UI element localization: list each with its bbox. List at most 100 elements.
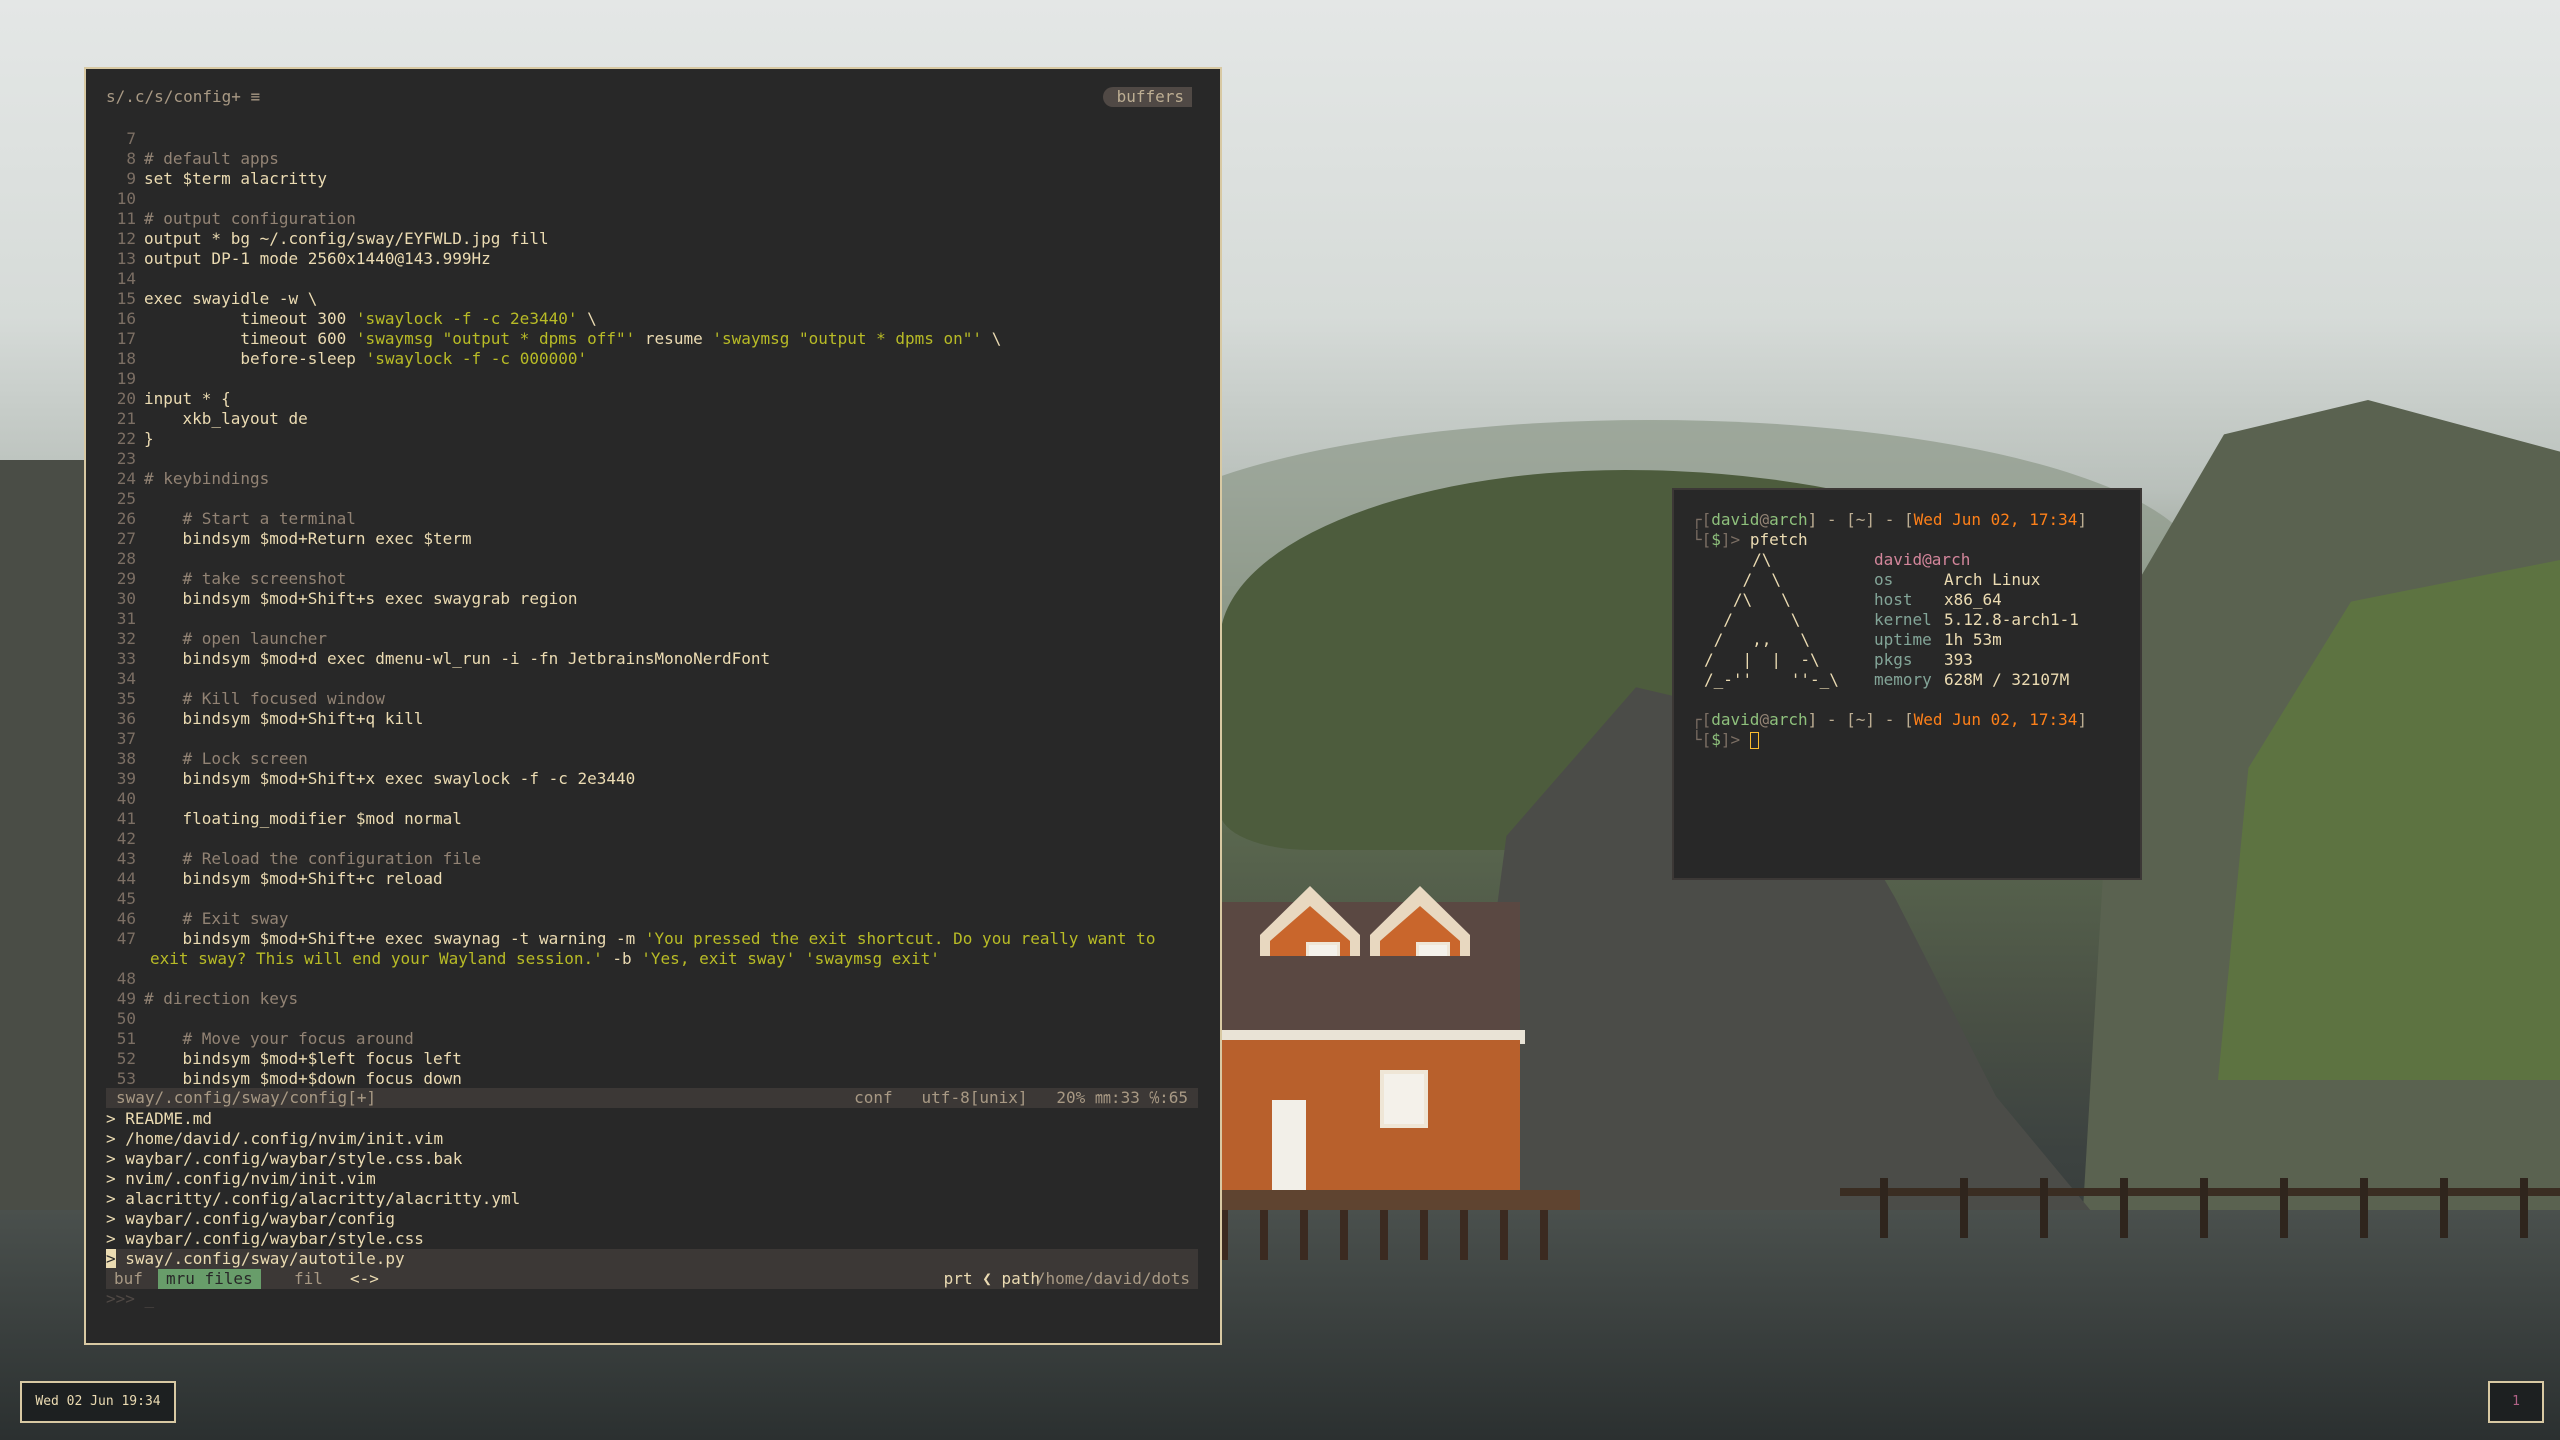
line-number: 45: [116, 889, 136, 908]
pfetch-logo-line: / | | -\: [1704, 650, 1820, 669]
code-line[interactable]: 18 before-sleep 'swaylock -f -c 000000': [106, 349, 1206, 369]
line-number: 28: [116, 549, 136, 568]
result-path: alacritty/.config/alacritty/alacritty.ym…: [125, 1189, 521, 1208]
nvim-code-area[interactable]: 7 8 # default apps 9 set $term alacritty 10 11…: [106, 129, 1206, 1109]
code-line[interactable]: 53 bindsym $mod+$down focus down: [106, 1069, 1206, 1089]
line-number: 43: [116, 849, 136, 868]
code-token: bindsym $mod+Shift+e exec swaynag -t war…: [144, 929, 645, 948]
code-line[interactable]: 40: [106, 789, 1206, 809]
code-line[interactable]: 49 # direction keys: [106, 989, 1206, 1009]
code-line[interactable]: 25: [106, 489, 1206, 509]
line-number: 38: [116, 749, 136, 768]
pfetch-logo-line: / ,, \: [1704, 630, 1810, 649]
code-line[interactable]: 27 bindsym $mod+Return exec $term: [106, 529, 1206, 549]
code-line[interactable]: 23: [106, 449, 1206, 469]
ctrlp-result-item[interactable]: > waybar/.config/waybar/config: [106, 1209, 1198, 1229]
nvim-window[interactable]: s/.c/s/config+ ≡ buffers 7 8 # default app…: [84, 67, 1222, 1345]
prompt-input-line[interactable]: └[$]>: [1692, 730, 1759, 750]
code-line[interactable]: 13 output DP-1 mode 2560x1440@143.999Hz: [106, 249, 1206, 269]
line-number: 50: [116, 1009, 136, 1028]
code-line[interactable]: exit sway? This will end your Wayland se…: [106, 949, 1206, 969]
code-line[interactable]: 17 timeout 600 'swaymsg "output * dpms o…: [106, 329, 1206, 349]
prompt-input-line[interactable]: └[$]> pfetch: [1692, 530, 1808, 550]
code-line[interactable]: 31: [106, 609, 1206, 629]
code-line[interactable]: 38 # Lock screen: [106, 749, 1206, 769]
code-line[interactable]: 37: [106, 729, 1206, 749]
tabline-buffers-label[interactable]: buffers: [1102, 87, 1192, 107]
pfetch-logo-line: /\: [1704, 550, 1772, 569]
code-line[interactable]: 21 xkb_layout de: [106, 409, 1206, 429]
code-line[interactable]: 10: [106, 189, 1206, 209]
code-line[interactable]: 47 bindsym $mod+Shift+e exec swaynag -t …: [106, 929, 1206, 949]
result-marker: >: [106, 1149, 116, 1168]
ctrlp-result-item[interactable]: > nvim/.config/nvim/init.vim: [106, 1169, 1198, 1189]
code-line[interactable]: 29 # take screenshot: [106, 569, 1206, 589]
code-line[interactable]: 22}: [106, 429, 1206, 449]
code-token: \: [577, 309, 597, 328]
ctrlp-result-item[interactable]: > alacritty/.config/alacritty/alacritty.…: [106, 1189, 1198, 1209]
code-line[interactable]: 30 bindsym $mod+Shift+s exec swaygrab re…: [106, 589, 1206, 609]
code-text: # Exit sway: [144, 909, 289, 928]
code-line[interactable]: 39 bindsym $mod+Shift+x exec swaylock -f…: [106, 769, 1206, 789]
ctrlp-result-item[interactable]: > README.md: [106, 1109, 1198, 1129]
code-line[interactable]: 36 bindsym $mod+Shift+q kill: [106, 709, 1206, 729]
workspace-indicator[interactable]: 1: [2488, 1381, 2544, 1423]
ctrlp-result-item[interactable]: > sway/.config/sway/autotile.py: [106, 1249, 1198, 1269]
line-number: 20: [116, 389, 136, 408]
wallpaper-house: [1220, 886, 1580, 1260]
code-line[interactable]: 50: [106, 1009, 1206, 1029]
ctrlp-result-item[interactable]: > /home/david/.config/nvim/init.vim: [106, 1129, 1198, 1149]
code-line[interactable]: 16 timeout 300 'swaylock -f -c 2e3440' \: [106, 309, 1206, 329]
ctrlp-results-list[interactable]: > README.md > /home/david/.config/nvim/in…: [106, 1109, 1198, 1269]
code-line[interactable]: 32 # open launcher: [106, 629, 1206, 649]
code-token: 'swaymsg "output * dpms on"': [712, 329, 983, 348]
code-line[interactable]: 46 # Exit sway: [106, 909, 1206, 929]
terminal-window[interactable]: ┌[david@arch] - [~] - [Wed Jun 02, 17:34…: [1672, 488, 2142, 880]
code-line[interactable]: 9 set $term alacritty: [106, 169, 1206, 189]
pfetch-value: Arch Linux: [1944, 570, 2041, 589]
ctrlp-result-item[interactable]: > waybar/.config/waybar/style.css.bak: [106, 1149, 1198, 1169]
code-line[interactable]: 35 # Kill focused window: [106, 689, 1206, 709]
code-line[interactable]: 52 bindsym $mod+$left focus left: [106, 1049, 1206, 1069]
code-text: # Start a terminal: [144, 509, 356, 528]
code-line[interactable]: 51 # Move your focus around: [106, 1029, 1206, 1049]
code-line[interactable]: 34: [106, 669, 1206, 689]
code-line[interactable]: 14: [106, 269, 1206, 289]
code-line[interactable]: 19: [106, 369, 1206, 389]
code-line[interactable]: 28: [106, 549, 1206, 569]
code-line[interactable]: 33 bindsym $mod+d exec dmenu-wl_run -i -…: [106, 649, 1206, 669]
line-number: 22: [116, 429, 136, 448]
line-number: 47: [116, 929, 136, 948]
pfetch-key: kernel: [1874, 610, 1932, 629]
prompt-frame: ┌[: [1692, 510, 1712, 529]
code-line[interactable]: 12 output * bg ~/.config/sway/EYFWLD.jpg …: [106, 229, 1206, 249]
code-text: # Move your focus around: [144, 1029, 414, 1048]
code-line[interactable]: 42: [106, 829, 1206, 849]
prompt-frame: ┌[: [1692, 710, 1712, 729]
ctrlp-tab-buf[interactable]: buf: [106, 1269, 151, 1289]
code-line[interactable]: 41 floating_modifier $mod normal: [106, 809, 1206, 829]
code-line[interactable]: 11 # output configuration: [106, 209, 1206, 229]
ctrlp-tab-fil[interactable]: fil: [286, 1269, 331, 1289]
code-line[interactable]: 15 exec swayidle -w \: [106, 289, 1206, 309]
tabline-path[interactable]: s/.c/s/config+ ≡: [106, 87, 260, 106]
code-line[interactable]: 48: [106, 969, 1206, 989]
code-line[interactable]: 44 bindsym $mod+Shift+c reload: [106, 869, 1206, 889]
ctrlp-input[interactable]: >>> _: [106, 1289, 154, 1309]
prompt-cwd: ~: [1855, 710, 1866, 729]
line-number: 39: [116, 769, 136, 788]
code-line[interactable]: 43 # Reload the configuration file: [106, 849, 1206, 869]
prompt-host: arch: [1769, 510, 1808, 529]
code-token: timeout 300: [144, 309, 356, 328]
ctrlp-tab-mru-files[interactable]: mru files: [158, 1269, 261, 1289]
code-line[interactable]: 7: [106, 129, 1206, 149]
prompt-sep: ]: [2077, 710, 2087, 729]
code-line[interactable]: 45: [106, 889, 1206, 909]
code-line[interactable]: 26 # Start a terminal: [106, 509, 1206, 529]
ctrlp-result-item[interactable]: > waybar/.config/waybar/style.css: [106, 1229, 1198, 1249]
code-token: 'swaymsg "output * dpms off"': [355, 329, 636, 348]
code-line[interactable]: 20 input * {: [106, 389, 1206, 409]
code-line[interactable]: 24 # keybindings: [106, 469, 1206, 489]
line-number: 37: [116, 729, 136, 748]
code-line[interactable]: 8 # default apps: [106, 149, 1206, 169]
